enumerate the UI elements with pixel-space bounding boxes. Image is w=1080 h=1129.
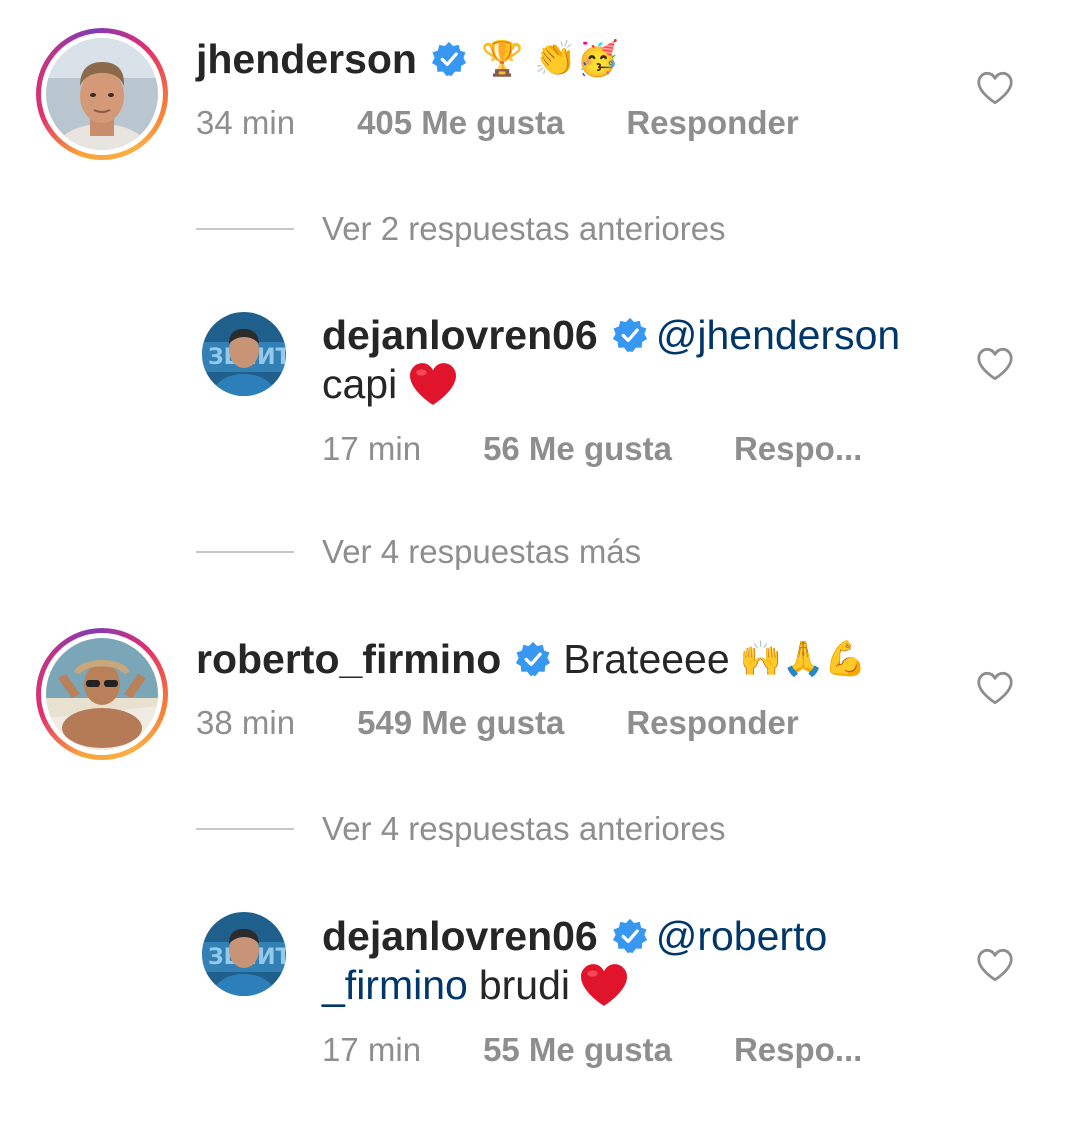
reply-text-row-1: dejanlovren06 @jhenderson — [322, 311, 900, 359]
comment-meta: 34 min 405 Me gusta Responder — [196, 104, 799, 142]
comment-meta: 38 min 549 Me gusta Responder — [196, 704, 799, 742]
timestamp: 17 min — [322, 1031, 422, 1068]
comment-text: capi — [322, 361, 398, 407]
reply-button[interactable]: Responder — [626, 104, 798, 142]
timestamp: 34 min — [196, 104, 296, 141]
like-heart-icon[interactable] — [976, 347, 1014, 381]
replies-divider — [196, 551, 294, 553]
avatar-photo-icon: ЗЕНИТ — [202, 912, 286, 996]
verified-badge-icon — [431, 41, 467, 77]
like-heart-icon[interactable] — [976, 948, 1014, 982]
red-heart-icon — [407, 361, 459, 407]
reply-dejanlovren06-1: ЗЕНИТ dejanlovren06 @jhenderson capi 17 … — [0, 300, 1080, 480]
red-heart-icon — [578, 962, 630, 1008]
avatar-roberto-firmino[interactable] — [46, 638, 158, 750]
view-replies-label: Ver 4 respuestas anteriores — [322, 810, 726, 847]
mention-link[interactable]: @jhenderson — [656, 311, 901, 359]
username[interactable]: dejanlovren06 — [322, 311, 598, 359]
verified-badge-icon — [515, 641, 551, 677]
username[interactable]: dejanlovren06 — [322, 912, 598, 960]
comment-text-row: roberto_firmino Brateeee 🙌🙏💪 — [196, 635, 867, 683]
view-previous-replies[interactable]: Ver 2 respuestas anteriores — [196, 210, 726, 248]
comment-text: Brateeee — [563, 636, 730, 682]
avatar-photo-icon: ЗЕНИТ — [202, 312, 286, 396]
username[interactable]: jhenderson — [196, 35, 417, 83]
view-more-replies[interactable]: Ver 4 respuestas más — [196, 533, 641, 571]
mention-link-part2[interactable]: _firmino — [322, 961, 468, 1009]
avatar-photo-icon — [46, 38, 158, 150]
likes-count-button[interactable]: 405 Me gusta — [357, 104, 564, 142]
reply-text-row-1: dejanlovren06 @roberto — [322, 912, 827, 960]
story-ring[interactable] — [36, 28, 168, 160]
avatar-jhenderson[interactable] — [46, 38, 158, 150]
timestamp: 17 min — [322, 430, 422, 467]
verified-badge-icon — [612, 317, 648, 353]
avatar-dejanlovren06[interactable]: ЗЕНИТ — [202, 912, 286, 996]
avatar-frame — [41, 33, 163, 155]
reply-button[interactable]: Respo... — [734, 1031, 862, 1069]
username[interactable]: roberto_firmino — [196, 635, 501, 683]
avatar-photo-icon — [46, 638, 158, 750]
view-replies-label: Ver 2 respuestas anteriores — [322, 210, 726, 247]
comment-text: brudi — [478, 962, 570, 1008]
avatar-dejanlovren06[interactable]: ЗЕНИТ — [202, 312, 286, 396]
replies-divider — [196, 828, 294, 830]
view-previous-replies[interactable]: Ver 4 respuestas anteriores — [196, 810, 726, 848]
like-heart-icon[interactable] — [976, 671, 1014, 705]
avatar-frame — [41, 633, 163, 755]
comment-roberto-firmino: roberto_firmino Brateeee 🙌🙏💪 38 min 549 … — [0, 610, 1080, 780]
reply-dejanlovren06-2: ЗЕНИТ dejanlovren06 @roberto _firmino br… — [0, 900, 1080, 1090]
view-replies-label: Ver 4 respuestas más — [322, 533, 642, 570]
emoji-text: 🏆 👏🥳 — [480, 39, 619, 79]
reply-text-row-2: capi — [322, 360, 459, 408]
like-heart-icon[interactable] — [976, 71, 1014, 105]
replies-divider — [196, 228, 294, 230]
reply-button[interactable]: Respo... — [734, 430, 862, 468]
comment-meta: 17 min 55 Me gusta Respo... — [322, 1031, 862, 1069]
reply-button[interactable]: Responder — [626, 704, 798, 742]
story-ring[interactable] — [36, 628, 168, 760]
mention-link-part1[interactable]: @roberto — [656, 912, 828, 960]
comment-text-row: jhenderson 🏆 👏🥳 — [196, 35, 619, 83]
likes-count-button[interactable]: 549 Me gusta — [357, 704, 564, 742]
likes-count-button[interactable]: 56 Me gusta — [483, 430, 672, 468]
comment-jhenderson: jhenderson 🏆 👏🥳 34 min 405 Me gusta Resp… — [0, 0, 1080, 170]
comment-meta: 17 min 56 Me gusta Respo... — [322, 430, 862, 468]
verified-badge-icon — [612, 918, 648, 954]
reply-text-row-2: _firmino brudi — [322, 961, 630, 1009]
likes-count-button[interactable]: 55 Me gusta — [483, 1031, 672, 1069]
timestamp: 38 min — [196, 704, 296, 741]
emoji-text: 🙌🙏💪 — [739, 639, 867, 679]
